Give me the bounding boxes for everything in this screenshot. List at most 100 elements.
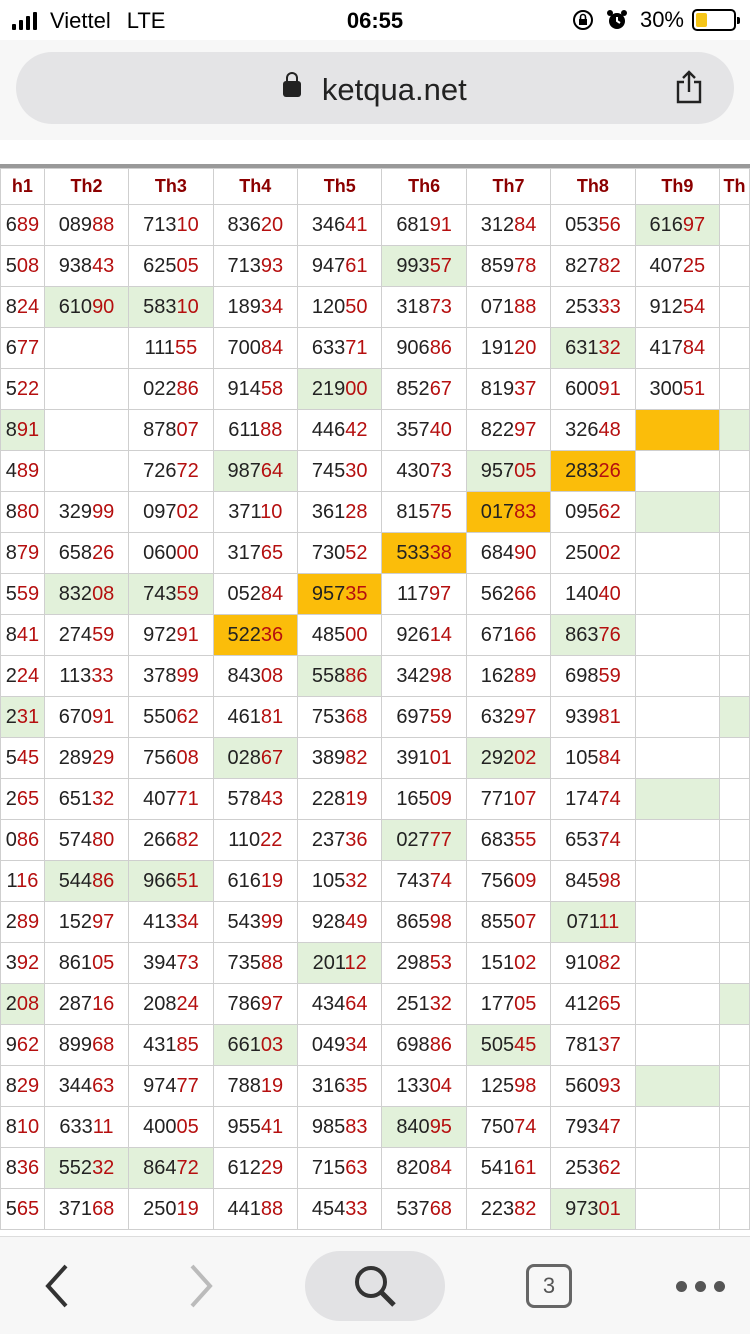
table-cell: 84598 — [550, 860, 636, 902]
table-cell — [43, 450, 130, 492]
column-header: Th9 — [634, 168, 721, 205]
table-cell: 01783 — [465, 491, 552, 533]
table-cell: 15102 — [465, 942, 552, 984]
table-cell: 489 — [0, 450, 45, 492]
table-cell: 92849 — [297, 901, 383, 943]
table-cell — [719, 573, 750, 615]
table-cell: 522 — [0, 368, 45, 410]
table-cell: 56093 — [550, 1065, 636, 1107]
results-table-area[interactable]: h1 Th2 Th3 Th4 Th5 Th6 Th7 Th8 Th9 Th 689 08988 713… — [0, 140, 750, 1236]
table-cell: 97301 — [550, 1188, 636, 1230]
results-table: h1 Th2 Th3 Th4 Th5 Th6 Th7 Th8 Th9 Th 689 08988 713… — [0, 168, 750, 1230]
table-cell: 559 — [0, 573, 45, 615]
table-cell: 43464 — [297, 983, 383, 1025]
table-cell: 46181 — [212, 696, 299, 738]
search-button[interactable] — [305, 1251, 445, 1321]
table-cell: 81937 — [465, 368, 552, 410]
table-cell: 94761 — [297, 245, 383, 287]
table-cell: 07188 — [465, 286, 552, 328]
table-cell — [634, 901, 721, 943]
table-cell: 78137 — [550, 1024, 636, 1066]
table-cell: 25002 — [550, 532, 636, 574]
table-cell: 10532 — [297, 860, 383, 902]
table-cell: 67091 — [43, 696, 130, 738]
url-text: ketqua.net — [321, 72, 467, 107]
table-cell: 54399 — [212, 901, 299, 943]
table-row: 231 67091 55062 46181 75368 69759 63297 93981 — [0, 696, 750, 738]
table-cell — [43, 327, 130, 369]
address-bar[interactable]: ketqua.net — [16, 52, 734, 124]
table-cell: 84095 — [381, 1106, 467, 1148]
lock-icon — [283, 71, 302, 97]
table-cell: 31765 — [212, 532, 299, 574]
table-row: 489 72672 98764 74530 43073 95705 28326 — [0, 450, 750, 492]
browser-bottom-bar: 3 — [0, 1236, 750, 1334]
tabs-button[interactable]: 3 — [514, 1251, 584, 1321]
table-cell: 16509 — [381, 778, 467, 820]
table-cell — [719, 983, 750, 1025]
table-cell: 83620 — [212, 204, 299, 246]
table-cell: 68191 — [381, 204, 467, 246]
share-icon[interactable] — [674, 70, 704, 104]
column-header: Th2 — [43, 168, 130, 205]
table-cell: 41334 — [128, 901, 214, 943]
table-cell: 689 — [0, 204, 45, 246]
table-cell — [719, 327, 750, 369]
table-cell: 97291 — [128, 614, 214, 656]
table-cell: 824 — [0, 286, 45, 328]
table-row: 677 11155 70084 63371 90686 19120 63132 41784 — [0, 327, 750, 369]
table-cell: 92614 — [381, 614, 467, 656]
table-cell: 829 — [0, 1065, 45, 1107]
table-cell: 91254 — [634, 286, 721, 328]
battery-icon — [692, 9, 740, 31]
table-cell — [634, 491, 721, 533]
more-button[interactable] — [660, 1251, 740, 1321]
table-cell: 11155 — [128, 327, 214, 369]
table-cell: 91458 — [212, 368, 299, 410]
table-cell: 54486 — [43, 860, 130, 902]
table-cell — [719, 614, 750, 656]
table-row: 559 83208 74359 05284 95735 11797 56266 14040 — [0, 573, 750, 615]
back-button[interactable] — [22, 1251, 92, 1321]
table-cell: 23736 — [297, 819, 383, 861]
table-cell: 61229 — [212, 1147, 299, 1189]
table-cell: 56266 — [465, 573, 552, 615]
table-cell: 78697 — [212, 983, 299, 1025]
table-cell: 13304 — [381, 1065, 467, 1107]
table-cell: 11333 — [43, 655, 130, 697]
table-row: 289 15297 41334 54399 92849 86598 85507 07111 — [0, 901, 750, 943]
column-header: Th8 — [550, 168, 636, 205]
table-cell: 43185 — [128, 1024, 214, 1066]
table-cell: 265 — [0, 778, 45, 820]
table-cell: 54161 — [465, 1147, 552, 1189]
table-cell — [719, 778, 750, 820]
table-cell: 75368 — [297, 696, 383, 738]
table-cell: 31284 — [465, 204, 552, 246]
table-cell: 67166 — [465, 614, 552, 656]
search-icon — [355, 1266, 396, 1307]
table-cell: 99357 — [381, 245, 467, 287]
table-cell: 81575 — [381, 491, 467, 533]
table-row: 824 61090 58310 18934 12050 31873 07188 25333 91… — [0, 286, 750, 328]
table-cell — [634, 1106, 721, 1148]
table-cell: 891 — [0, 409, 45, 451]
table-cell: 565 — [0, 1188, 45, 1230]
forward-button[interactable] — [166, 1251, 236, 1321]
table-cell: 65374 — [550, 819, 636, 861]
table-cell: 95541 — [212, 1106, 299, 1148]
table-cell: 02286 — [128, 368, 214, 410]
table-cell: 55232 — [43, 1147, 130, 1189]
table-row: 880 32999 09702 37110 36128 81575 01783 09562 — [0, 491, 750, 533]
table-cell: 677 — [0, 327, 45, 369]
table-cell: 16289 — [465, 655, 552, 697]
table-cell — [43, 368, 130, 410]
table-cell: 086 — [0, 819, 45, 861]
table-cell: 880 — [0, 491, 45, 533]
table-cell: 392 — [0, 942, 45, 984]
table-cell — [634, 614, 721, 656]
table-cell: 61697 — [634, 204, 721, 246]
table-cell: 63311 — [43, 1106, 130, 1148]
table-cell: 86376 — [550, 614, 636, 656]
table-cell: 40725 — [634, 245, 721, 287]
table-cell: 82297 — [465, 409, 552, 451]
